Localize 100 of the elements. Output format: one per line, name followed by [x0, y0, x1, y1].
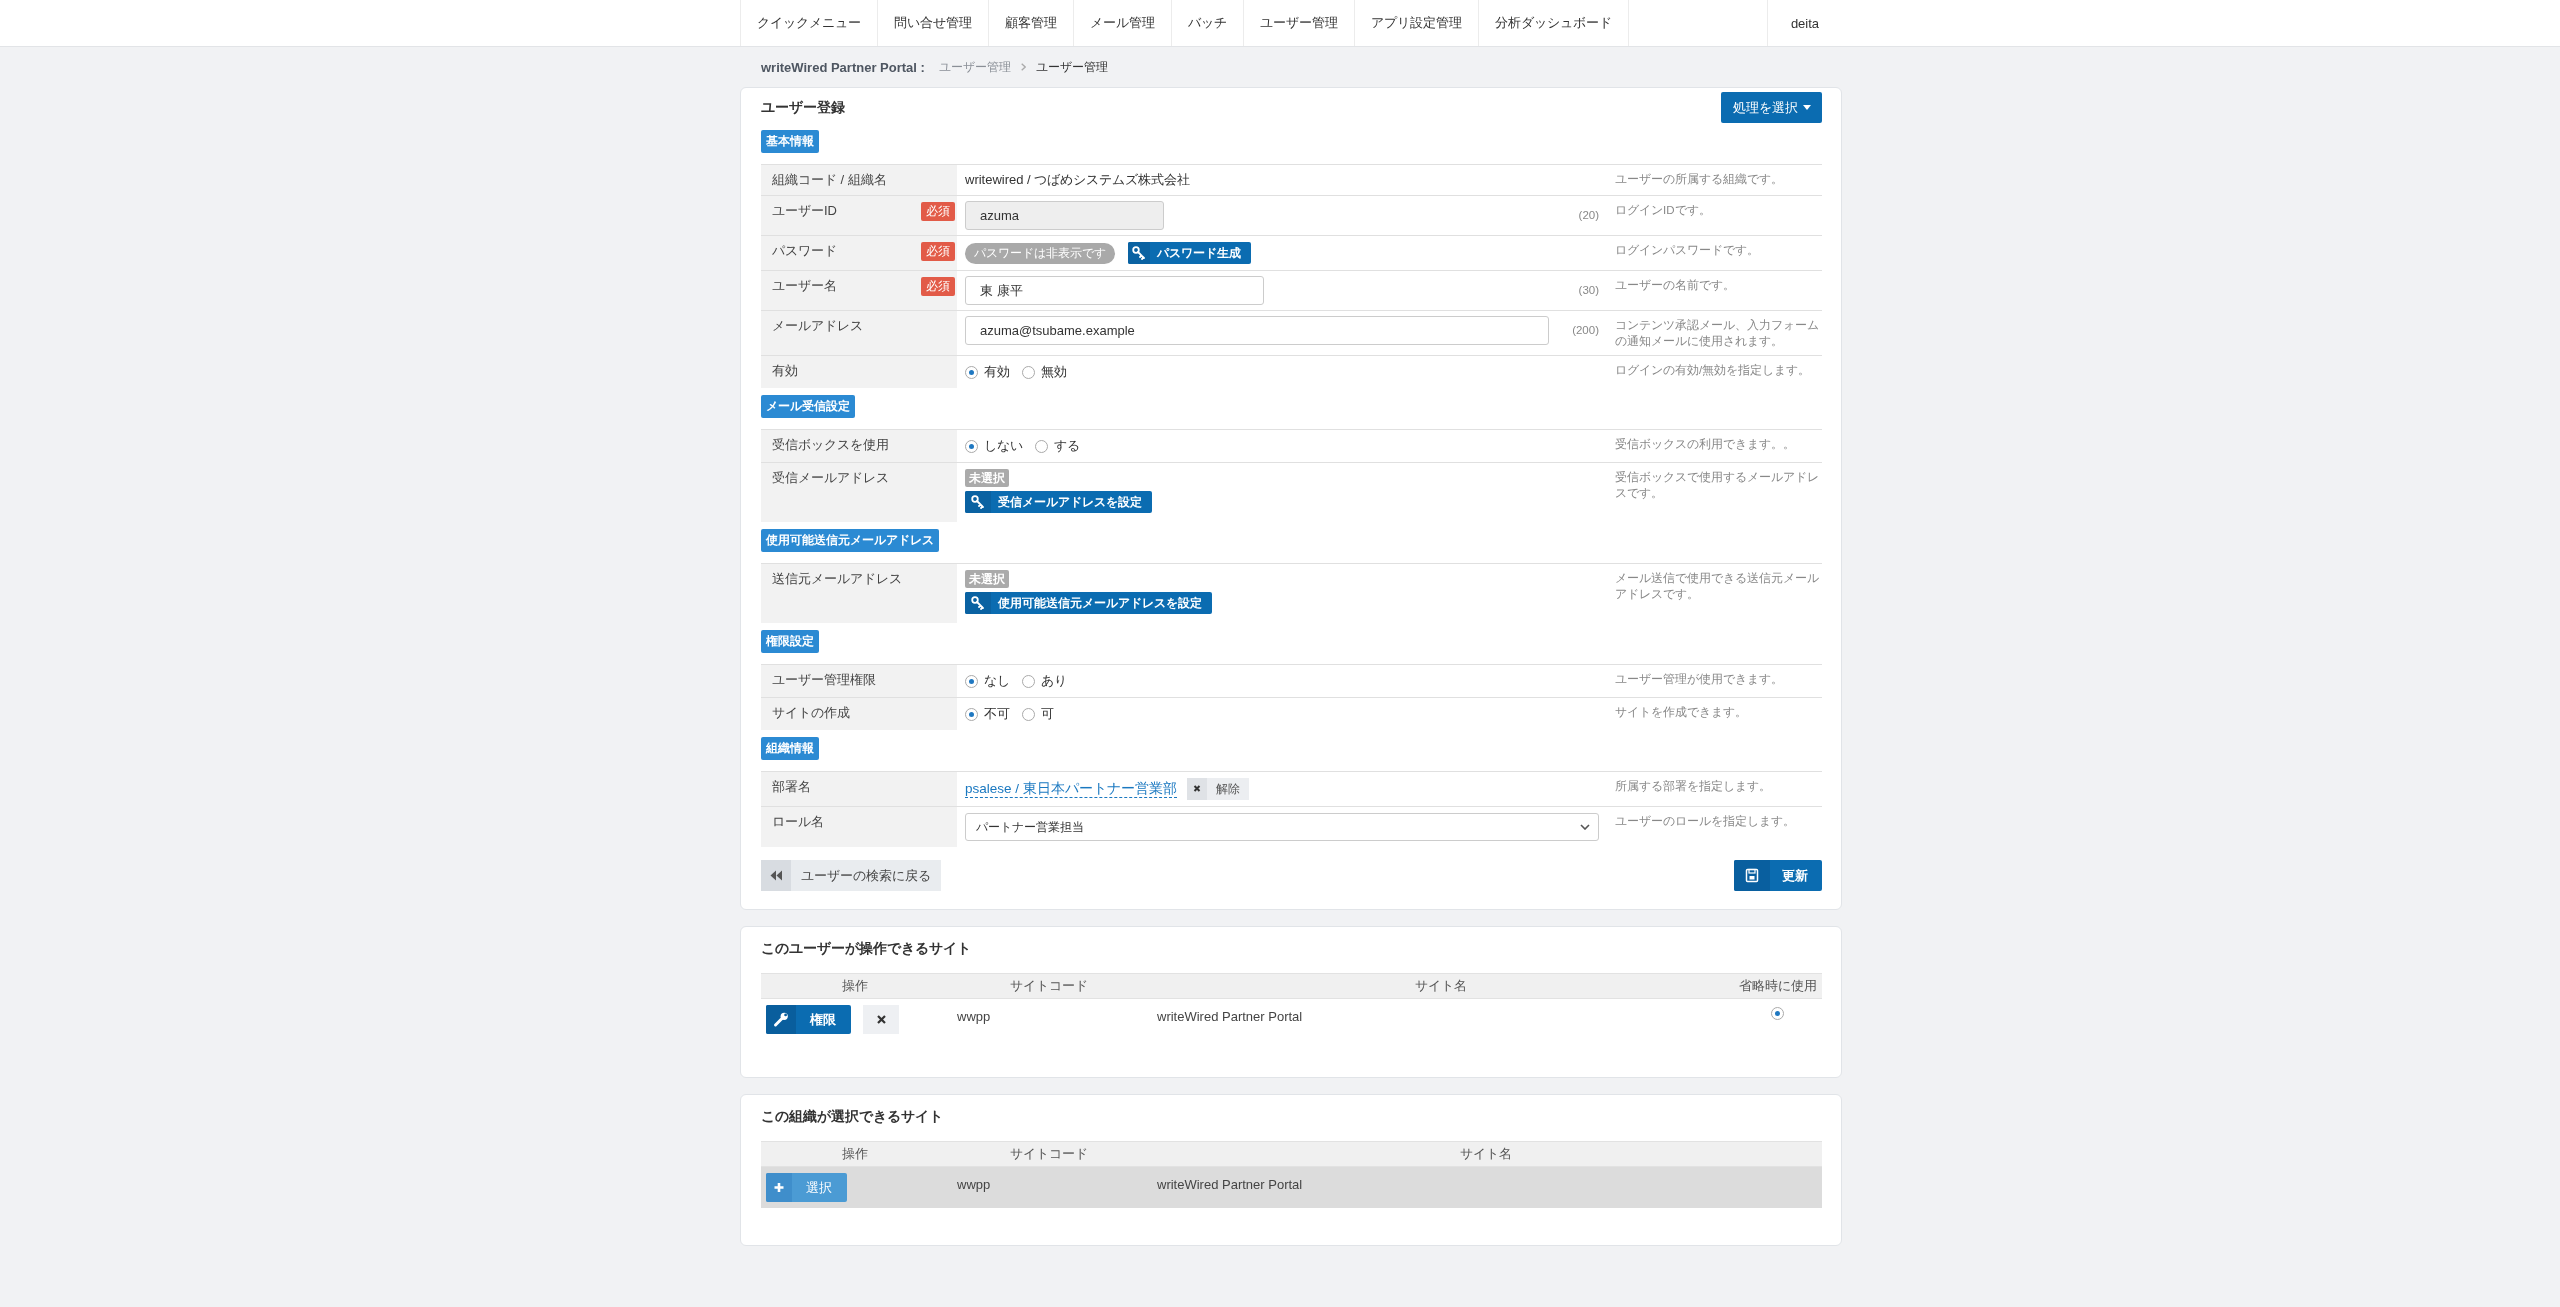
- field-value: writewired / つばめシステムズ株式会社: [965, 172, 1191, 187]
- table-cell-text: writeWired Partner Portal: [1156, 1176, 1304, 1194]
- char-limit: (200): [1572, 324, 1599, 336]
- required-badge: 必須: [921, 242, 955, 261]
- input-field[interactable]: 東 康平: [965, 276, 1264, 305]
- field-description: ログインの有効/無効を指定します。: [1615, 364, 1811, 376]
- radio-label[interactable]: なし: [984, 671, 1010, 691]
- table-cell-text: wwpp: [956, 1008, 992, 1026]
- char-limit: (20): [1578, 209, 1599, 221]
- radio-button[interactable]: [965, 674, 978, 688]
- table-cell-text: wwpp: [956, 1176, 992, 1194]
- column-header: サイト名: [1458, 1146, 1513, 1163]
- field-description: ユーザーの所属する組織です。: [1615, 173, 1783, 185]
- field-label: パスワード: [772, 242, 837, 260]
- radio-button[interactable]: [965, 365, 978, 379]
- column-header: サイトコード: [1009, 1146, 1089, 1163]
- field-label: 有効: [772, 362, 798, 380]
- wrench-icon: [766, 1005, 796, 1034]
- nav-menu-item[interactable]: 顧客管理: [988, 0, 1073, 46]
- plus-icon: [766, 1173, 792, 1202]
- field-label: ユーザーID: [772, 202, 837, 220]
- card-title: ユーザー登録: [761, 98, 845, 117]
- section-heading: 組織情報: [761, 737, 819, 760]
- field-description: メール送信で使用できる送信元メールアドレスです。: [1615, 572, 1819, 600]
- column-header: 操作: [841, 1146, 869, 1163]
- card-title: このユーザーが操作できるサイト: [761, 939, 972, 958]
- radio-button[interactable]: [965, 439, 978, 453]
- field-description: 受信ボックスの利用できます。。: [1615, 438, 1795, 450]
- radio-button[interactable]: [965, 707, 978, 721]
- field-label: メールアドレス: [772, 317, 863, 335]
- section-heading: 基本情報: [761, 130, 819, 153]
- field-label: 組織コード / 組織名: [772, 171, 887, 189]
- table-cell-text: writeWired Partner Portal: [1156, 1008, 1304, 1026]
- chevron-icon: [1020, 63, 1026, 71]
- site-title: writeWired Partner Portal :: [761, 59, 925, 75]
- breadcrumb-item: ユーザー管理: [1035, 58, 1108, 76]
- field-description: サイトを作成できます。: [1615, 706, 1747, 718]
- remove-button[interactable]: 解除: [1186, 778, 1249, 800]
- field-label: ユーザー管理権限: [772, 671, 876, 689]
- radio-label[interactable]: 可: [1041, 704, 1054, 724]
- column-header: 省略時に使用: [1737, 978, 1818, 995]
- back-button[interactable]: ユーザーの検索に戻る: [761, 860, 941, 891]
- radio-label[interactable]: 無効: [1041, 362, 1067, 382]
- action-menu-button[interactable]: 処理を選択: [1721, 92, 1822, 123]
- field-description: 所属する部署を指定します。: [1615, 780, 1771, 792]
- field-label: 受信メールアドレス: [772, 469, 889, 487]
- password-status: パスワードは非表示です: [965, 242, 1115, 264]
- radio-button[interactable]: [1771, 1007, 1784, 1020]
- rewind-icon: [761, 860, 791, 891]
- select-field[interactable]: パートナー営業担当: [965, 813, 1599, 841]
- delete-button[interactable]: [863, 1005, 899, 1034]
- radio-button[interactable]: [1022, 707, 1035, 721]
- set-address-button[interactable]: 使用可能送信元メールアドレスを設定: [965, 592, 1212, 614]
- radio-label[interactable]: しない: [984, 436, 1023, 456]
- update-button[interactable]: 更新: [1734, 860, 1822, 891]
- chevron-down-icon: [1580, 824, 1590, 830]
- section-heading: メール受信設定: [761, 395, 855, 418]
- field-description: ユーザー管理が使用できます。: [1615, 673, 1783, 685]
- field-label: ユーザー名: [772, 277, 837, 295]
- permissions-button[interactable]: 権限: [766, 1005, 851, 1034]
- required-badge: 必須: [921, 202, 955, 221]
- radio-button[interactable]: [1022, 674, 1035, 688]
- nav-menu-item[interactable]: 分析ダッシュボード: [1478, 0, 1629, 46]
- column-header: サイトコード: [1009, 978, 1089, 995]
- field-label: 送信元メールアドレス: [772, 570, 902, 588]
- cross-icon: [876, 1015, 886, 1024]
- field-description: コンテンツ承認メール、入力フォームの通知メールに使用されます。: [1615, 319, 1819, 347]
- radio-button[interactable]: [1022, 365, 1035, 379]
- set-address-button[interactable]: 受信メールアドレスを設定: [965, 491, 1152, 513]
- radio-button[interactable]: [1035, 439, 1048, 453]
- nav-menu-item[interactable]: ユーザー管理: [1243, 0, 1354, 46]
- selection-status: 未選択: [965, 570, 1009, 588]
- nav-menu-item[interactable]: バッチ: [1171, 0, 1243, 46]
- caret-icon: [1803, 105, 1811, 110]
- card-title: この組織が選択できるサイト: [761, 1107, 944, 1126]
- field-description: ユーザーのロールを指定します。: [1615, 815, 1795, 827]
- section-heading: 権限設定: [761, 630, 819, 653]
- user-menu[interactable]: deita: [1767, 0, 1842, 46]
- field-label: サイトの作成: [772, 704, 850, 722]
- field-label: ロール名: [772, 813, 824, 831]
- nav-menu-item[interactable]: 問い合せ管理: [877, 0, 988, 46]
- char-limit: (30): [1578, 284, 1599, 296]
- radio-label[interactable]: 不可: [984, 704, 1010, 724]
- input-field[interactable]: azuma@tsubame.example: [965, 316, 1549, 345]
- column-header: サイト名: [1414, 978, 1468, 995]
- save-icon: [1734, 860, 1770, 891]
- key-icon: [965, 491, 991, 513]
- generate-password-button[interactable]: パスワード生成: [1128, 242, 1251, 264]
- field-label: 部署名: [772, 778, 811, 796]
- radio-label[interactable]: 有効: [984, 362, 1010, 382]
- key-icon: [1128, 242, 1150, 264]
- column-header: 操作: [841, 978, 869, 995]
- nav-menu-item[interactable]: クイックメニュー: [740, 0, 877, 46]
- department-link[interactable]: psalese / 東日本パートナー営業部: [965, 780, 1177, 798]
- nav-menu-item[interactable]: アプリ設定管理: [1354, 0, 1478, 46]
- field-description: ユーザーの名前です。: [1615, 279, 1735, 291]
- selection-status: 未選択: [965, 469, 1009, 487]
- radio-label[interactable]: あり: [1041, 671, 1067, 691]
- radio-label[interactable]: する: [1054, 436, 1080, 456]
- nav-menu-item[interactable]: メール管理: [1073, 0, 1171, 46]
